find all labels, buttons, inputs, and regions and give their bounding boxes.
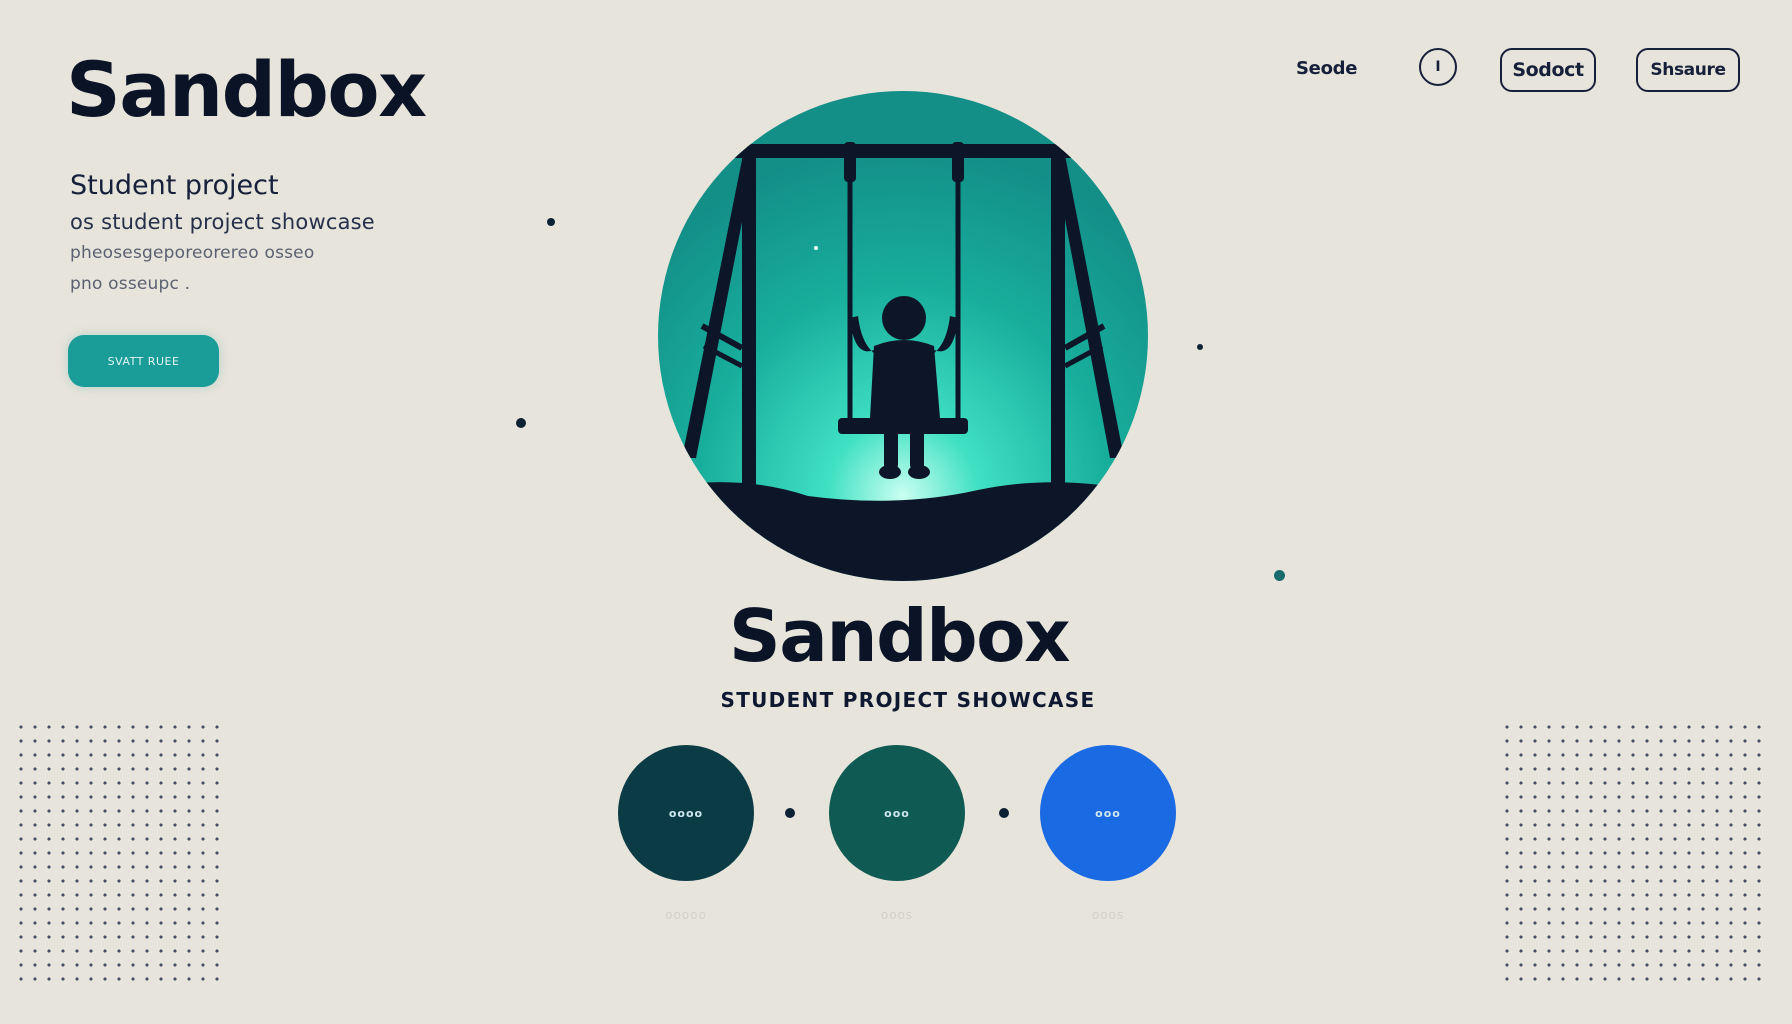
dot-grid-pattern bbox=[1500, 720, 1766, 990]
intro-line-3: pno osseupc . bbox=[70, 274, 191, 294]
feature-circle-3[interactable]: ooo bbox=[1040, 745, 1176, 881]
hero-subtitle: STUDENT PROJECT SHOWCASE bbox=[0, 688, 1792, 712]
hero-illustration bbox=[658, 88, 1148, 585]
nav-pill-button-1[interactable]: Sodoct bbox=[1500, 48, 1596, 92]
decorative-dot bbox=[547, 218, 555, 226]
brand-title: Sandbox bbox=[66, 45, 427, 134]
feature-circle-2[interactable]: ooo bbox=[829, 745, 965, 881]
feature-caption-2: ooos bbox=[880, 908, 914, 922]
feature-caption-1: ooooo bbox=[665, 908, 707, 922]
dot-grid-pattern bbox=[14, 720, 224, 990]
hero-subtitle-text: STUDENT PROJECT SHOWCASE bbox=[720, 688, 1096, 712]
nav-icon-button[interactable]: I bbox=[1419, 48, 1457, 86]
decorative-dot bbox=[516, 418, 526, 428]
hero-title-text: Sandbox bbox=[728, 594, 1071, 678]
separator-dot bbox=[785, 808, 795, 818]
child-on-swing-illustration-icon bbox=[658, 91, 1148, 581]
intro-line-2: pheosesgeporeorereo osseo bbox=[70, 243, 315, 263]
separator-dot bbox=[999, 808, 1009, 818]
hero-title: Sandbox bbox=[0, 600, 1792, 672]
feature-circle-1[interactable]: oooo bbox=[618, 745, 754, 881]
intro-heading: Student project bbox=[70, 170, 279, 201]
intro-line-1: os student project showcase bbox=[70, 210, 375, 234]
decorative-dot bbox=[1274, 570, 1285, 581]
cta-button[interactable]: SVATT RUEE bbox=[68, 335, 219, 387]
decorative-dot bbox=[1197, 344, 1203, 350]
feature-caption-3: ooos bbox=[1091, 908, 1125, 922]
nav-link[interactable]: Seode bbox=[1296, 58, 1357, 79]
nav-pill-button-2[interactable]: Shsaure bbox=[1636, 48, 1740, 92]
